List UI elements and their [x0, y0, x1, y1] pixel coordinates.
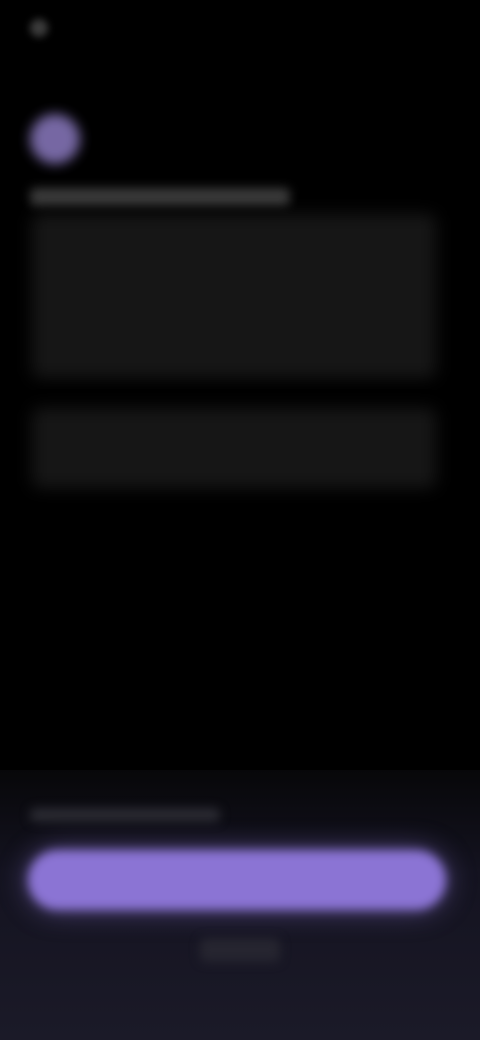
body-text-block — [32, 214, 436, 378]
secondary-text-block — [32, 408, 436, 488]
sheet-caption — [30, 808, 220, 822]
back-button[interactable] — [30, 14, 130, 42]
secondary-action-link[interactable] — [200, 938, 280, 962]
page-title — [30, 188, 290, 206]
avatar-icon — [30, 114, 80, 164]
app-screen — [0, 0, 480, 1040]
primary-action-button[interactable] — [28, 850, 446, 910]
bottom-action-sheet — [0, 770, 480, 1040]
back-icon — [30, 19, 48, 37]
